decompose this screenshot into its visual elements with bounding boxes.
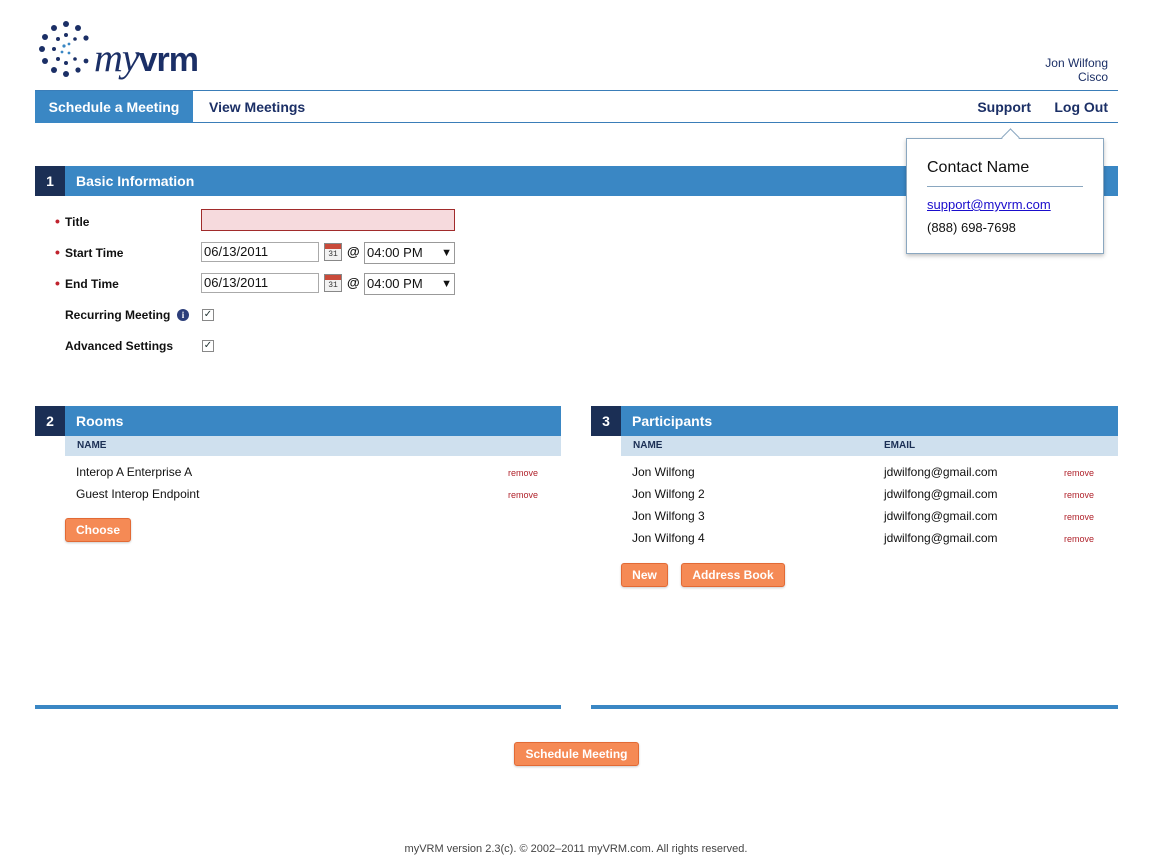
info-icon[interactable]: i <box>177 309 189 321</box>
section-title: Rooms <box>76 413 124 429</box>
footer-copyright: myVRM version 2.3(c). © 2002–2011 myVRM.… <box>404 843 748 855</box>
remove-room-link[interactable]: remove <box>508 487 538 503</box>
section-number: 2 <box>35 406 65 436</box>
room-name: Guest Interop Endpoint <box>76 487 200 501</box>
title-label: • Title <box>55 213 90 229</box>
remove-participant-link[interactable]: remove <box>1064 465 1094 481</box>
at-separator: @ <box>347 244 360 259</box>
new-participant-button[interactable]: New <box>621 563 668 587</box>
participant-email: jdwilfong@gmail.com <box>884 531 998 545</box>
end-time-label: • End Time <box>55 275 119 291</box>
popup-email-link[interactable]: support@myvrm.com <box>927 197 1051 212</box>
user-org: Cisco <box>1077 70 1108 84</box>
advanced-settings-label: Advanced Settings <box>65 339 174 353</box>
logo-dots-icon <box>39 21 89 77</box>
choose-button[interactable]: Choose <box>65 518 131 542</box>
section-participants: 3 Participants <box>591 406 1118 436</box>
required-marker: • <box>55 275 60 291</box>
tab-schedule-meeting[interactable]: Schedule a Meeting <box>35 91 193 123</box>
column-header-name: NAME <box>77 440 107 451</box>
section-rooms: 2 Rooms <box>35 406 561 436</box>
logo-wordmark: myvrm <box>94 35 199 80</box>
remove-participant-link[interactable]: remove <box>1064 487 1094 503</box>
recurring-meeting-checkbox[interactable]: ✓ <box>202 309 214 321</box>
chevron-down-icon: ▼ <box>441 247 452 259</box>
schedule-meeting-button[interactable]: Schedule Meeting <box>514 742 639 766</box>
user-info: Jon Wilfong Cisco <box>1045 56 1108 84</box>
remove-room-link[interactable]: remove <box>508 465 538 481</box>
section-number: 1 <box>35 166 65 196</box>
column-header-name: NAME <box>633 440 663 451</box>
advanced-settings-checkbox[interactable]: ✓ <box>202 340 214 352</box>
address-book-button[interactable]: Address Book <box>681 563 785 587</box>
user-name: Jon Wilfong <box>1045 56 1108 70</box>
end-time-select[interactable]: 04:00 PM ▼ <box>364 273 455 295</box>
participants-section-footer-rule <box>591 705 1118 709</box>
start-date-input[interactable]: 06/13/2011 <box>201 242 319 262</box>
support-link[interactable]: Support <box>977 91 1031 123</box>
participant-email: jdwilfong@gmail.com <box>884 465 998 479</box>
main-nav: Schedule a Meeting View Meetings Support… <box>35 91 1118 123</box>
end-date-input[interactable]: 06/13/2011 <box>201 273 319 293</box>
participant-name: Jon Wilfong 2 <box>632 487 705 501</box>
title-input[interactable] <box>201 209 455 231</box>
section-title: Participants <box>632 413 713 429</box>
remove-participant-link[interactable]: remove <box>1064 531 1094 547</box>
participant-name: Jon Wilfong 4 <box>632 531 705 545</box>
support-popup: Contact Name support@myvrm.com (888) 698… <box>906 138 1104 254</box>
rooms-section-footer-rule <box>35 705 561 709</box>
logout-link[interactable]: Log Out <box>1054 91 1108 123</box>
participant-email: jdwilfong@gmail.com <box>884 509 998 523</box>
column-header-email: EMAIL <box>884 440 916 451</box>
recurring-meeting-label: Recurring Meeting <box>65 308 171 322</box>
required-marker: • <box>55 244 60 260</box>
rooms-table-header: NAME <box>65 436 561 456</box>
section-number: 3 <box>591 406 621 436</box>
popup-contact-name: Contact Name <box>927 159 1030 176</box>
participant-name: Jon Wilfong 3 <box>632 509 705 523</box>
myvrm-logo: myvrm <box>38 20 199 82</box>
start-time-select[interactable]: 04:00 PM ▼ <box>364 242 455 264</box>
tab-view-meetings[interactable]: View Meetings <box>209 91 305 123</box>
start-time-label: • Start Time <box>55 244 124 260</box>
section-title: Basic Information <box>76 173 195 189</box>
participant-name: Jon Wilfong <box>632 465 695 479</box>
required-marker: • <box>55 213 60 229</box>
calendar-icon[interactable]: 31 <box>324 243 342 261</box>
room-name: Interop A Enterprise A <box>76 465 193 479</box>
popup-divider <box>927 186 1083 187</box>
at-separator: @ <box>347 275 360 290</box>
calendar-icon[interactable]: 31 <box>324 274 342 292</box>
participant-email: jdwilfong@gmail.com <box>884 487 998 501</box>
chevron-down-icon: ▼ <box>441 278 452 290</box>
remove-participant-link[interactable]: remove <box>1064 509 1094 525</box>
popup-phone: (888) 698-7698 <box>927 220 1016 235</box>
participants-table-header: NAME EMAIL <box>621 436 1118 456</box>
